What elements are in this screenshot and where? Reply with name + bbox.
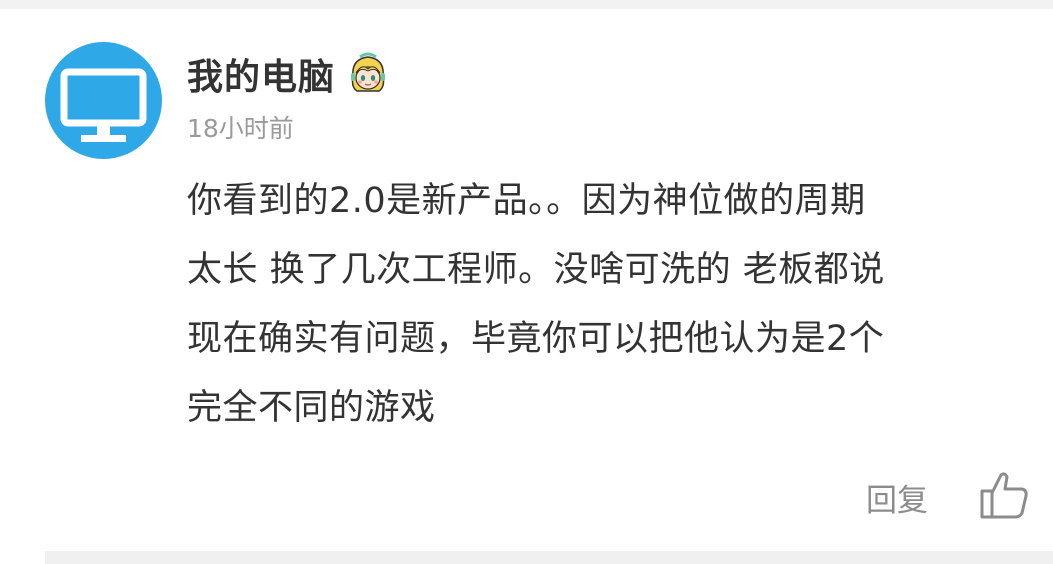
comment-text-line: 现在确实有问题，毕竟你可以把他认为是2个 bbox=[187, 319, 885, 359]
comment-text-line: 太长 换了几次工程师。没啥可洗的 老板都说 bbox=[187, 250, 885, 290]
thumbs-up-icon[interactable] bbox=[978, 469, 1030, 521]
comment-text: 你看到的2.0是新产品。。因为神位做的周期 太长 换了几次工程师。没啥可洗的 老… bbox=[187, 167, 1017, 443]
comment-item: 我的电脑 18小时前 你看到的2.0是新产品。。因为神位做的周期 太长 换了几次… bbox=[0, 9, 1053, 549]
username-row: 我的电脑 bbox=[187, 49, 391, 99]
username[interactable]: 我的电脑 bbox=[187, 48, 335, 100]
anime-girl-badge-icon bbox=[351, 52, 386, 92]
bottom-divider bbox=[45, 551, 1053, 564]
comment-text-line: 完全不同的游戏 bbox=[187, 388, 436, 428]
timestamp: 18小时前 bbox=[187, 114, 294, 143]
reply-button[interactable]: 回复 bbox=[866, 475, 928, 520]
avatar[interactable] bbox=[45, 42, 162, 159]
top-divider bbox=[0, 0, 1053, 9]
computer-monitor-icon bbox=[60, 68, 147, 142]
comment-text-line: 你看到的2.0是新产品。。因为神位做的周期 bbox=[187, 181, 866, 221]
